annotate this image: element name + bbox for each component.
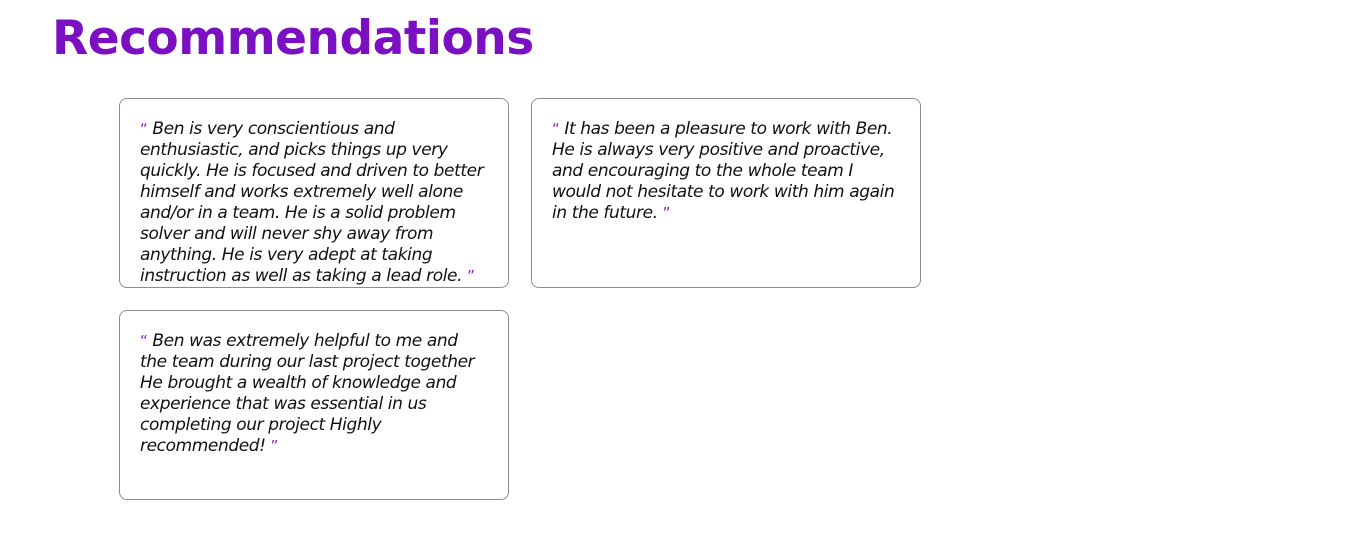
close-quote-icon: ” (270, 437, 279, 455)
recommendation-quote: “ It has been a pleasure to work with Be… (552, 119, 900, 224)
recommendation-text: It has been a pleasure to work with Ben.… (552, 119, 895, 223)
open-quote-icon: “ (140, 332, 148, 350)
recommendation-card: “ It has been a pleasure to work with Be… (531, 98, 921, 288)
recommendation-text: Ben was extremely helpful to me and the … (140, 331, 475, 456)
open-quote-icon: “ (552, 120, 560, 138)
recommendation-text: Ben is very conscientious and enthusiast… (140, 119, 484, 286)
recommendation-card: “ Ben is very conscientious and enthusia… (119, 98, 509, 288)
recommendation-quote: “ Ben is very conscientious and enthusia… (140, 119, 488, 287)
page-title: Recommendations (52, 11, 534, 66)
open-quote-icon: “ (140, 120, 148, 138)
close-quote-icon: ” (662, 204, 671, 222)
close-quote-icon: ” (467, 267, 475, 285)
recommendation-quote: “ Ben was extremely helpful to me and th… (140, 331, 488, 457)
recommendation-card: “ Ben was extremely helpful to me and th… (119, 310, 509, 500)
